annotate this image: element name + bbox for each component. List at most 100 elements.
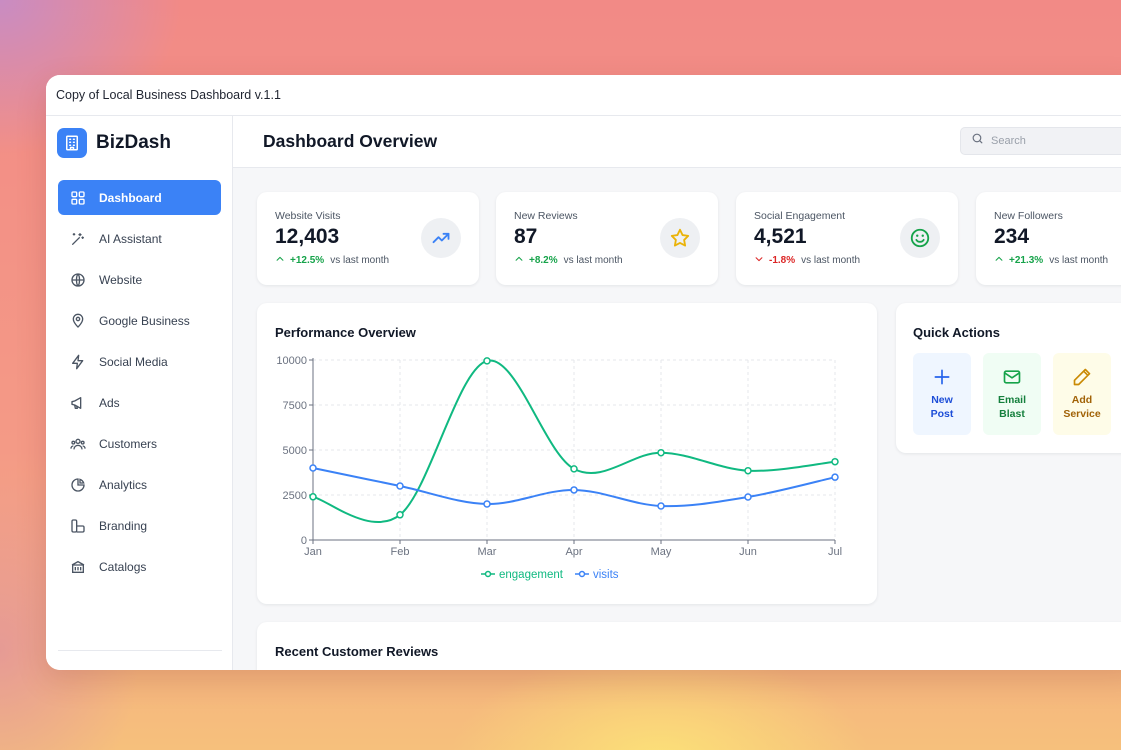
sidebar-item-dashboard[interactable]: Dashboard — [58, 180, 221, 215]
megaphone-icon — [70, 395, 86, 411]
x-tick-label: Jan — [304, 546, 322, 558]
sidebar-item-label: Google Business — [99, 313, 190, 328]
brand[interactable]: BizDash — [46, 116, 232, 170]
header: Dashboard Overview — [233, 116, 1121, 168]
sidebar-item-website[interactable]: Website — [58, 262, 221, 297]
sidebar-item-ai-assistant[interactable]: AI Assistant — [58, 221, 221, 256]
legend-marker-engagement — [484, 570, 492, 578]
new-post-line2: Post — [930, 408, 954, 420]
quick-actions-title: Quick Actions — [913, 325, 1000, 340]
sidebar-item-google-business[interactable]: Google Business — [58, 303, 221, 338]
sidebar-item-catalogs[interactable]: Catalogs — [58, 549, 221, 584]
title-bar: Copy of Local Business Dashboard v.1.1 — [46, 75, 1121, 116]
legend-label-engagement: engagement — [499, 569, 564, 581]
x-tick-label: Feb — [391, 546, 410, 558]
arrow-up-icon — [275, 254, 285, 267]
stat-change: +8.2% — [529, 255, 558, 266]
y-tick-label: 10000 — [276, 355, 307, 367]
x-tick-label: May — [651, 546, 672, 558]
stat-card-new-reviews[interactable]: New Reviews 87 +8.2% vs last month — [496, 192, 718, 285]
sidebar-divider — [58, 650, 222, 651]
performance-chart: 025005000750010000Jan Feb Mar Apr May Jun Jule… — [276, 355, 842, 581]
x-tick-label: Mar — [478, 546, 497, 558]
stat-suffix: vs last month — [563, 255, 623, 266]
email-blast-button[interactable]: Email Blast — [983, 353, 1041, 435]
sidebar-item-branding[interactable]: Branding — [58, 508, 221, 543]
page-title: Dashboard Overview — [263, 131, 438, 151]
palette-icon — [70, 518, 86, 534]
stat-change: +12.5% — [290, 255, 325, 266]
arrow-down-icon — [754, 254, 764, 267]
search-icon — [971, 132, 984, 150]
plus-icon — [932, 365, 952, 389]
performance-card: Performance Overview 0 2500 5000 7500 10000 J… — [257, 303, 877, 604]
main-content: Dashboard Overview Website Visits 12,403 — [233, 116, 1121, 670]
map-pin-icon — [70, 313, 86, 329]
search-input[interactable] — [991, 135, 1121, 147]
sidebar-item-label: Catalogs — [99, 559, 147, 574]
sidebar-item-ads[interactable]: Ads — [58, 385, 221, 420]
add-service-line2: Service — [1063, 408, 1101, 420]
y-tick-label: 5000 — [283, 445, 307, 457]
data-point-engagement — [309, 493, 317, 501]
data-point-engagement — [657, 448, 665, 457]
quick-actions-card: Quick Actions New Post Email Blast Add S… — [896, 303, 1121, 453]
lightning-icon — [70, 354, 86, 370]
add-service-line1: Add — [1071, 394, 1093, 406]
building-icon — [57, 128, 87, 158]
email-blast-line2: Blast — [999, 408, 1025, 420]
stat-suffix: vs last month — [330, 255, 390, 266]
sidebar-item-label: Branding — [99, 518, 148, 533]
pie-chart-icon — [70, 477, 86, 493]
star-icon — [660, 218, 700, 258]
window-title: Copy of Local Business Dashboard v.1.1 — [56, 88, 281, 102]
stat-suffix: vs last month — [801, 255, 861, 266]
sidebar-item-label: Ads — [99, 395, 120, 410]
sidebar-item-social-media[interactable]: Social Media — [58, 344, 221, 379]
stat-card-social-engagement[interactable]: Social Engagement 4,521 -1.8% vs last mo… — [736, 192, 958, 285]
data-point-engagement — [396, 511, 404, 519]
pencil-icon — [1072, 365, 1092, 389]
stat-value: 234 — [994, 225, 1030, 248]
sidebar-item-customers[interactable]: Customers — [58, 426, 221, 461]
recent-reviews-card: Recent Customer Reviews — [257, 622, 1121, 670]
users-icon — [70, 436, 86, 452]
sparkles-icon — [70, 231, 86, 247]
sidebar-item-label: AI Assistant — [99, 231, 162, 246]
stat-card-website-visits[interactable]: Website Visits 12,403 +12.5% vs last mon… — [257, 192, 479, 285]
trending-up-icon — [421, 218, 461, 258]
stat-card-new-followers[interactable]: New Followers 234 +21.3% vs last month — [976, 192, 1121, 285]
app-window: Copy of Local Business Dashboard v.1.1 B… — [46, 75, 1121, 670]
data-point-visits — [309, 464, 317, 472]
store-icon — [70, 559, 86, 575]
globe-icon — [70, 272, 86, 288]
new-post-button[interactable]: New Post — [913, 353, 971, 435]
x-tick-label: Jun — [739, 546, 757, 558]
stat-change: +21.3% — [1009, 255, 1044, 266]
data-point-visits — [483, 500, 491, 508]
add-service-button[interactable]: Add Service — [1053, 353, 1111, 435]
data-point-engagement — [570, 465, 578, 473]
stat-suffix: vs last month — [1049, 255, 1109, 266]
brand-name: BizDash — [96, 132, 171, 153]
new-post-line1: New — [931, 394, 953, 406]
recent-reviews-title: Recent Customer Reviews — [275, 644, 439, 659]
legend-marker-visits — [578, 570, 586, 578]
sidebar-item-label: Dashboard — [99, 190, 162, 205]
data-point-engagement — [831, 457, 839, 466]
sidebar-item-label: Social Media — [99, 354, 168, 369]
sidebar-item-label: Customers — [99, 436, 158, 451]
stat-label: New Followers — [994, 210, 1063, 222]
sidebar-item-analytics[interactable]: Analytics — [58, 467, 221, 502]
legend-label-visits: visits — [593, 569, 619, 581]
y-tick-label: 7500 — [283, 400, 307, 412]
sidebar: BizDash Dashboard AI Assistant Website G… — [46, 116, 233, 670]
arrow-up-icon — [514, 254, 524, 267]
search-box[interactable] — [960, 127, 1121, 155]
mail-icon — [1001, 365, 1023, 389]
grid-icon — [70, 190, 86, 206]
data-point-engagement — [744, 466, 752, 475]
data-point-visits — [570, 486, 578, 494]
smile-icon — [900, 218, 940, 258]
stat-change: -1.8% — [769, 255, 796, 266]
